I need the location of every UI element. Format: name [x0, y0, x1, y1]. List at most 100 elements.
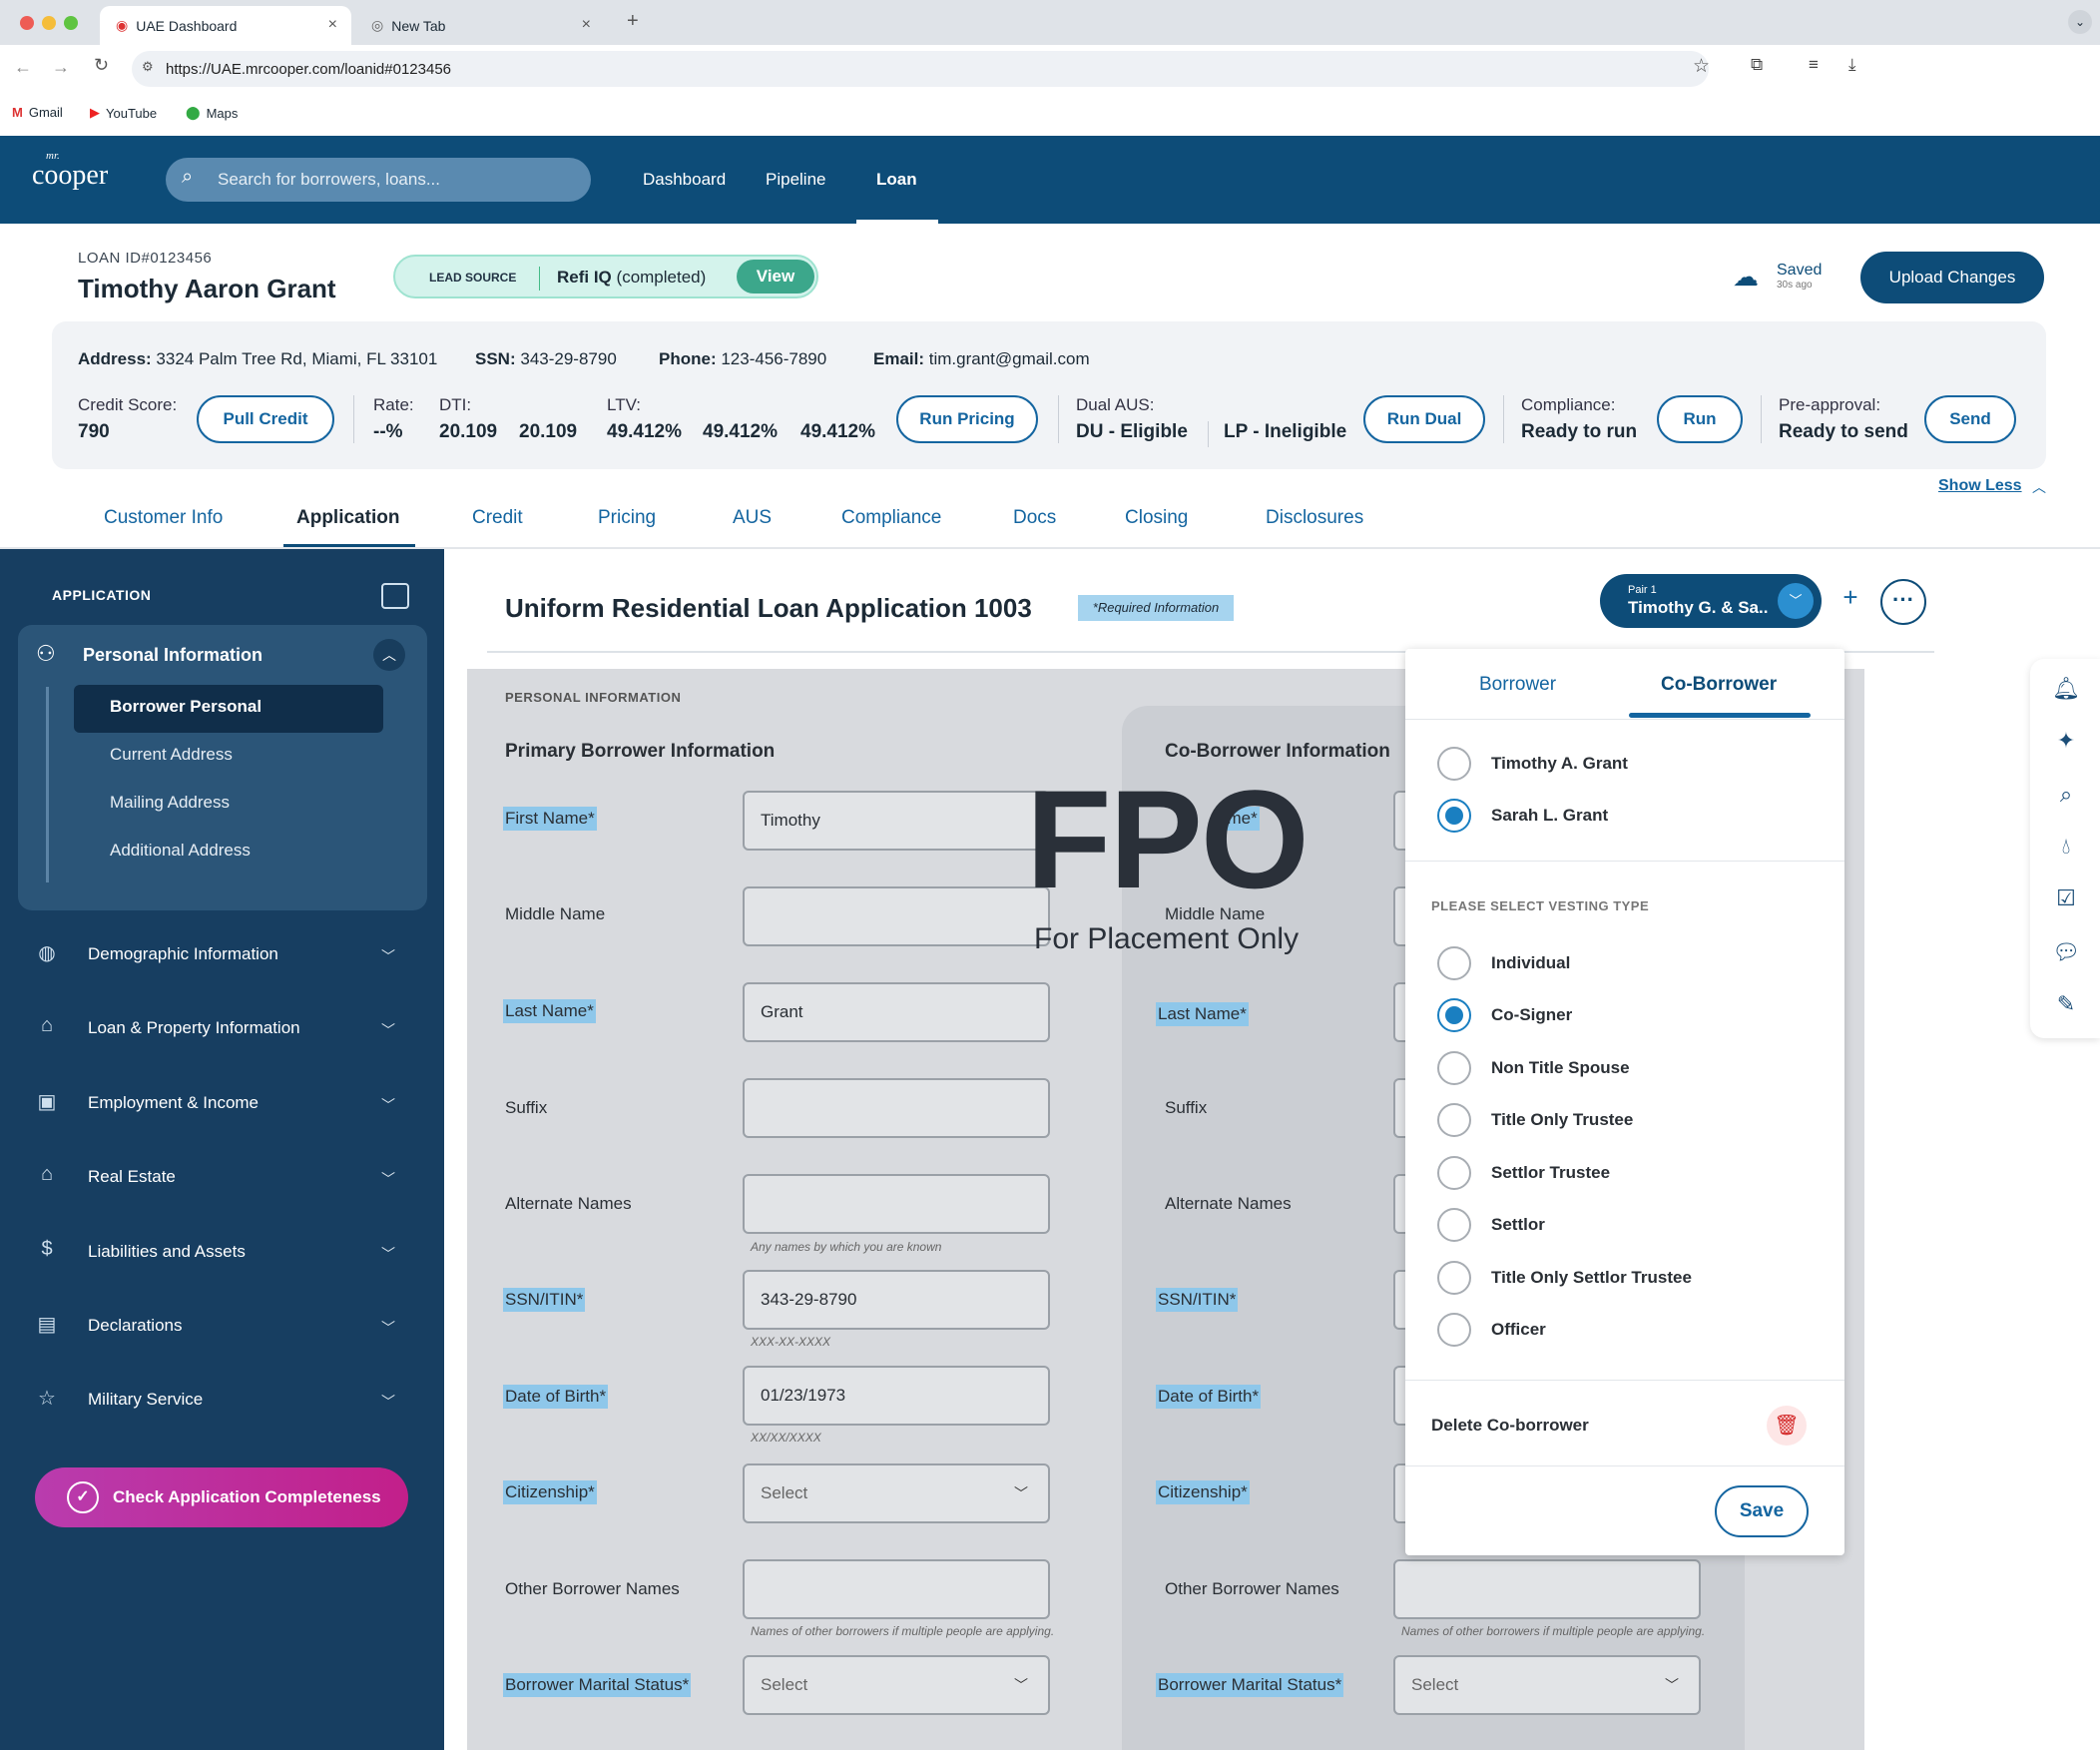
document-search-icon[interactable]: ⌕	[2052, 781, 2080, 809]
sidebar-sub-additional-address[interactable]: Additional Address	[110, 841, 251, 861]
last-name-input[interactable]: Grant	[743, 982, 1050, 1042]
borrower-pair-selector[interactable]: Pair 1 Timothy G. & Sa.. ﹀	[1600, 574, 1822, 628]
tab-compliance[interactable]: Compliance	[841, 507, 941, 529]
chevron-down-icon[interactable]: ﹀	[381, 946, 395, 966]
tab-aus[interactable]: AUS	[733, 507, 772, 529]
show-less-link[interactable]: Show Less	[1938, 477, 2022, 495]
bell-icon[interactable]: 🔔︎	[2052, 675, 2080, 703]
save-button[interactable]: Save	[1715, 1485, 1809, 1537]
sidebar-item-real-estate[interactable]: Real Estate	[88, 1167, 176, 1187]
collapse-sidebar-icon[interactable]	[381, 583, 409, 609]
extensions-icon[interactable]: ⧉	[1751, 55, 1763, 75]
sidebar-sub-borrower-personal[interactable]: Borrower Personal	[110, 697, 262, 717]
run-pricing-button[interactable]: Run Pricing	[896, 395, 1038, 443]
other-names-input[interactable]	[743, 1559, 1050, 1619]
run-compliance-button[interactable]: Run	[1657, 395, 1743, 443]
browser-tab-uae-dashboard[interactable]: ◉ UAE Dashboard ×	[100, 6, 351, 45]
nav-loan[interactable]: Loan	[876, 170, 917, 190]
chevron-down-icon[interactable]: ﹀	[381, 1020, 395, 1040]
suffix-input[interactable]	[743, 1078, 1050, 1138]
sidebar-section-personal-information[interactable]: Personal Information	[83, 645, 262, 666]
tab-docs[interactable]: Docs	[1013, 507, 1056, 529]
close-window-button[interactable]	[20, 16, 34, 30]
tab-search-icon[interactable]: ⌄	[2068, 10, 2092, 34]
checklist-icon[interactable]: ☑	[2052, 884, 2080, 912]
mr-cooper-logo[interactable]: mr. cooper	[32, 150, 108, 192]
back-icon[interactable]: ←	[14, 57, 32, 78]
sidebar-sub-mailing-address[interactable]: Mailing Address	[110, 793, 230, 813]
chevron-down-icon[interactable]: ﹀	[381, 1244, 395, 1264]
delete-co-borrower-label[interactable]: Delete Co-borrower	[1431, 1416, 1589, 1436]
sidebar-item-loan-property[interactable]: Loan & Property Information	[88, 1018, 300, 1038]
check-completeness-button[interactable]: ✓ Check Application Completeness	[35, 1467, 408, 1527]
sidebar-item-military[interactable]: Military Service	[88, 1390, 203, 1410]
sidebar-sub-current-address[interactable]: Current Address	[110, 745, 233, 765]
bookmark-gmail[interactable]: M Gmail	[12, 105, 63, 120]
nav-dashboard[interactable]: Dashboard	[643, 170, 726, 190]
vesting-radio-co-signer[interactable]	[1437, 998, 1471, 1032]
vesting-radio-title-only-trustee[interactable]	[1437, 1103, 1471, 1137]
vesting-radio-title-only-settlor-trustee[interactable]	[1437, 1261, 1471, 1295]
media-icon[interactable]: ≡	[1809, 55, 1819, 75]
more-options-icon[interactable]: ···	[1880, 579, 1926, 625]
vesting-radio-officer[interactable]	[1437, 1313, 1471, 1347]
middle-name-input[interactable]	[743, 886, 1050, 946]
sidebar-item-employment[interactable]: Employment & Income	[88, 1093, 259, 1113]
global-search-input[interactable]: ⌕ Search for borrowers, loans...	[166, 158, 591, 202]
citizenship-select[interactable]: Select ﹀	[743, 1463, 1050, 1523]
vesting-radio-settlor[interactable]	[1437, 1208, 1471, 1242]
upload-changes-button[interactable]: Upload Changes	[1860, 252, 2044, 303]
drop-icon[interactable]: 💧︎	[2052, 833, 2080, 861]
nav-pipeline[interactable]: Pipeline	[766, 170, 826, 190]
browser-tab-new-tab[interactable]: ◎ New Tab ×	[355, 6, 605, 45]
co-other-names-input[interactable]	[1393, 1559, 1701, 1619]
vesting-radio-settlor-trustee[interactable]	[1437, 1156, 1471, 1190]
ssn-input[interactable]: 343-29-8790	[743, 1270, 1050, 1330]
minimize-window-button[interactable]	[42, 16, 56, 30]
forward-icon[interactable]: →	[52, 57, 70, 78]
reload-icon[interactable]: ↻	[94, 55, 109, 76]
chevron-down-icon[interactable]: ﹀	[381, 1095, 395, 1115]
tab-pricing[interactable]: Pricing	[598, 507, 656, 529]
notes-icon[interactable]: ✎	[2052, 990, 2080, 1018]
close-tab-icon[interactable]: ×	[328, 16, 337, 34]
alternate-names-input[interactable]	[743, 1174, 1050, 1234]
sidebar-item-declarations[interactable]: Declarations	[88, 1316, 183, 1336]
vesting-radio-non-title-spouse[interactable]	[1437, 1051, 1471, 1085]
sidebar-item-liabilities[interactable]: Liabilities and Assets	[88, 1242, 246, 1262]
person-radio-sarah[interactable]	[1437, 799, 1471, 833]
send-preapproval-button[interactable]: Send	[1924, 395, 2016, 443]
sidebar-item-demographic[interactable]: Demographic Information	[88, 944, 278, 964]
dob-input[interactable]: 01/23/1973	[743, 1366, 1050, 1426]
chevron-down-icon[interactable]: ﹀	[381, 1318, 395, 1338]
close-tab-icon[interactable]: ×	[582, 16, 591, 34]
tab-customer-info[interactable]: Customer Info	[104, 507, 223, 529]
site-info-icon[interactable]: ⚙	[142, 59, 154, 75]
chevron-down-icon[interactable]: ﹀	[1778, 583, 1814, 619]
popup-tab-borrower[interactable]: Borrower	[1479, 674, 1556, 696]
maximize-window-button[interactable]	[64, 16, 78, 30]
tab-disclosures[interactable]: Disclosures	[1266, 507, 1363, 529]
view-lead-source-button[interactable]: View	[737, 260, 814, 293]
chevron-up-icon[interactable]: ︿	[373, 639, 405, 671]
trash-icon[interactable]: 🗑	[1767, 1406, 1807, 1446]
popup-tab-co-borrower[interactable]: Co-Borrower	[1661, 674, 1777, 696]
vesting-radio-individual[interactable]	[1437, 946, 1471, 980]
bookmark-youtube[interactable]: ▶ YouTube	[90, 105, 157, 121]
co-marital-status-select[interactable]: Select ﹀	[1393, 1655, 1701, 1715]
tab-application[interactable]: Application	[296, 507, 399, 529]
chevron-up-icon[interactable]: ︿	[2032, 477, 2046, 497]
tab-credit[interactable]: Credit	[472, 507, 523, 529]
person-radio-timothy[interactable]	[1437, 747, 1471, 781]
url-field[interactable]: https://UAE.mrcooper.com/loanid#0123456	[132, 51, 1709, 87]
pull-credit-button[interactable]: Pull Credit	[197, 395, 334, 443]
marital-status-select[interactable]: Select ﹀	[743, 1655, 1050, 1715]
tab-closing[interactable]: Closing	[1125, 507, 1188, 529]
first-name-input[interactable]: Timothy	[743, 791, 1050, 851]
chevron-down-icon[interactable]: ﹀	[381, 1392, 395, 1412]
chevron-down-icon[interactable]: ﹀	[381, 1169, 395, 1189]
download-icon[interactable]: ⤓	[1848, 55, 1856, 75]
bookmark-maps[interactable]: ⬤ Maps	[186, 105, 238, 121]
run-dual-button[interactable]: Run Dual	[1363, 395, 1485, 443]
bookmark-star-icon[interactable]: ☆	[1693, 55, 1710, 78]
